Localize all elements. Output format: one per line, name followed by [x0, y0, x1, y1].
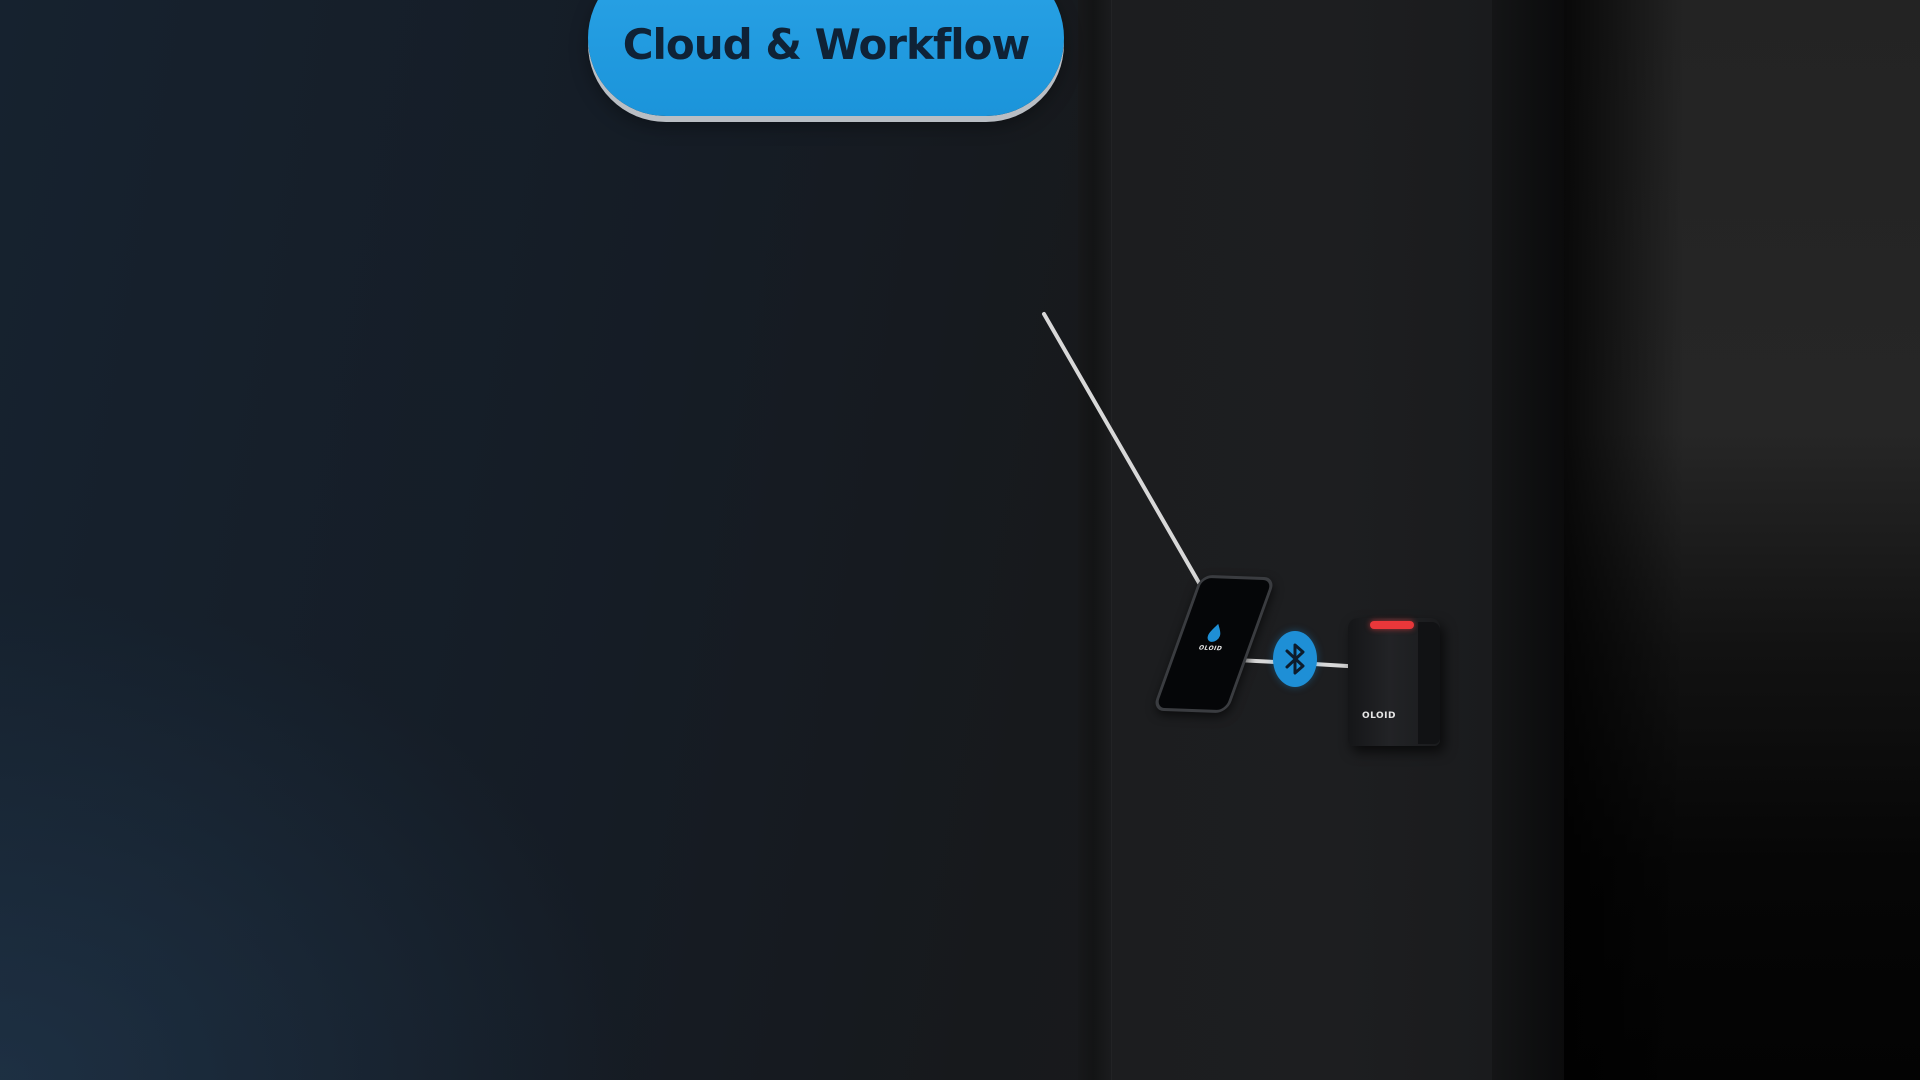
bluetooth-badge	[1273, 631, 1317, 687]
reader-status-led	[1370, 621, 1414, 629]
reader-brand-label: OLOID	[1361, 711, 1397, 721]
oloid-drop-logo-icon	[1207, 623, 1221, 642]
phone-brand-label: OLOID	[1197, 644, 1224, 653]
reader-side-face	[1418, 622, 1440, 744]
connector-svg	[1042, 312, 1382, 670]
access-flow-scene: Cloud & Workflow OLOID OLOID	[0, 0, 1920, 1080]
cloud-to-phone-line	[1042, 312, 1204, 590]
bluetooth-icon	[1285, 643, 1305, 675]
